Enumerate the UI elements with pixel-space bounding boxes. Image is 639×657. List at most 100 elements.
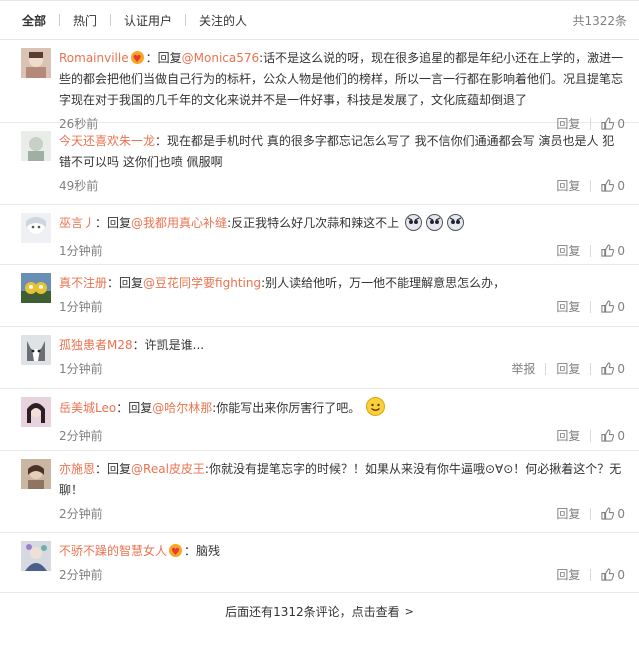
tab-divider: [59, 14, 61, 26]
action-divider: [590, 429, 592, 442]
like-button[interactable]: 0: [601, 362, 625, 376]
avatar[interactable]: [21, 273, 51, 303]
reply-button[interactable]: 回复: [556, 505, 580, 522]
comment-time: 2分钟前: [59, 568, 103, 582]
comment-time: 1分钟前: [59, 300, 103, 314]
tab-hot[interactable]: 热门: [73, 12, 97, 29]
like-button[interactable]: 0: [601, 300, 625, 314]
avatar[interactable]: [21, 459, 51, 489]
mention-link[interactable]: @Real皮皮王: [131, 462, 205, 476]
thumbs-up-icon: [601, 568, 615, 581]
reply-button[interactable]: 回复: [556, 566, 580, 583]
comment-text: 真不注册：回复@豆花同学要fighting:别人读给他听，万一他不能理解意思怎么…: [59, 276, 506, 290]
comment-time: 1分钟前: [59, 362, 103, 376]
username-link[interactable]: 岳美城Leo: [59, 401, 116, 415]
tab-divider: [185, 14, 187, 26]
comment-item: 不骄不躁的智慧女人：脑残 2分钟前 回复 0: [0, 533, 639, 593]
username-link[interactable]: 真不注册: [59, 276, 107, 290]
comment-text: 不骄不躁的智慧女人：脑残: [59, 541, 625, 563]
thumbs-up-icon: [601, 179, 615, 192]
emoji-icon: [404, 214, 422, 238]
like-count: 0: [617, 299, 625, 314]
comment-item: 岳美城Leo：回复@哈尔林那:你能写出来你厉害行了吧。 2分钟前 回复 0: [0, 389, 639, 451]
tab-following[interactable]: 关注的人: [199, 12, 247, 29]
comment-text: 巫言丿：回复@我都用真心补缝:反正我特么好几次蒜和辣这不上: [59, 213, 625, 238]
vip-crown-icon: [130, 49, 144, 70]
tab-verified[interactable]: 认证用户: [124, 12, 172, 29]
filter-tabs: 全部 热门 认证用户 关注的人 共1322条: [0, 1, 639, 40]
comment-time: 1分钟前: [59, 244, 103, 258]
action-divider: [590, 244, 592, 257]
comment-text: 岳美城Leo：回复@哈尔林那:你能写出来你厉害行了吧。: [59, 397, 625, 423]
like-count: 0: [617, 361, 625, 376]
like-button[interactable]: 0: [601, 429, 625, 443]
action-divider: [590, 568, 592, 581]
action-divider: [590, 179, 592, 192]
comment-text: Romainville：回复@Monica576:话不是这么说的呀，现在很多追星…: [59, 48, 625, 111]
like-count: 0: [617, 506, 625, 521]
thumbs-up-icon: [601, 362, 615, 375]
comment-item: 巫言丿：回复@我都用真心补缝:反正我特么好几次蒜和辣这不上 1分钟前 回复 0: [0, 205, 639, 265]
avatar[interactable]: [21, 131, 51, 161]
username-link[interactable]: 不骄不躁的智慧女人: [59, 544, 167, 558]
like-button[interactable]: 0: [601, 179, 625, 193]
comment-item: 孤独患者M28：许凯是谁... 1分钟前 举报 回复 0: [0, 327, 639, 389]
like-count: 0: [617, 567, 625, 582]
like-button[interactable]: 0: [601, 244, 625, 258]
username-link[interactable]: 亦施恩: [59, 462, 95, 476]
tab-all[interactable]: 全部: [22, 12, 46, 29]
reply-button[interactable]: 回复: [556, 177, 580, 194]
comment-item: 亦施恩：回复@Real皮皮王:你就没有提笔忘字的时候？！如果从来没有你牛逼哦⊙∀…: [0, 451, 639, 533]
thumbs-up-icon: [601, 300, 615, 313]
smile-emoji-icon: [366, 397, 386, 423]
load-more-text: 后面还有1312条评论，点击查看: [225, 604, 400, 619]
avatar[interactable]: [21, 397, 51, 427]
action-divider: [590, 362, 592, 375]
thumbs-up-icon: [601, 429, 615, 442]
reply-button[interactable]: 回复: [556, 298, 580, 315]
mention-link[interactable]: @豆花同学要fighting: [143, 276, 261, 290]
emoji-icon: [425, 214, 443, 238]
like-count: 0: [617, 243, 625, 258]
reply-button[interactable]: 回复: [556, 427, 580, 444]
avatar[interactable]: [21, 48, 51, 78]
comment-panel: 全部 热门 认证用户 关注的人 共1322条 Romainville：回复@Mo…: [0, 0, 639, 657]
like-button[interactable]: 0: [601, 568, 625, 582]
thumbs-up-icon: [601, 244, 615, 257]
action-divider: [545, 362, 547, 375]
avatar[interactable]: [21, 541, 51, 571]
username-link[interactable]: 孤独患者M28: [59, 338, 133, 352]
reply-button[interactable]: 回复: [556, 242, 580, 259]
username-link[interactable]: 今天还喜欢朱一龙: [59, 134, 155, 148]
vip-crown-icon: [169, 542, 183, 563]
username-link[interactable]: Romainville: [59, 51, 129, 65]
comment-item: 今天还喜欢朱一龙：现在都是手机时代 真的很多字都忘记怎么写了 我不信你们通通都会…: [0, 123, 639, 205]
comment-item: 真不注册：回复@豆花同学要fighting:别人读给他听，万一他不能理解意思怎么…: [0, 265, 639, 327]
mention-link[interactable]: @哈尔林那: [152, 401, 212, 415]
load-more-comments-link[interactable]: 后面还有1312条评论，点击查看 >: [0, 593, 639, 629]
emoji-icon: [446, 214, 464, 238]
comment-text: 今天还喜欢朱一龙：现在都是手机时代 真的很多字都忘记怎么写了 我不信你们通通都会…: [59, 134, 615, 169]
comment-text: 亦施恩：回复@Real皮皮王:你就没有提笔忘字的时候？！如果从来没有你牛逼哦⊙∀…: [59, 462, 622, 497]
thumbs-up-icon: [601, 507, 615, 520]
comment-time: 2分钟前: [59, 429, 103, 443]
comment-text: 孤独患者M28：许凯是谁...: [59, 338, 205, 352]
avatar[interactable]: [21, 335, 51, 365]
comment-time: 2分钟前: [59, 507, 103, 521]
like-count: 0: [617, 428, 625, 443]
mention-link[interactable]: @我都用真心补缝: [131, 216, 227, 230]
username-link[interactable]: 巫言丿: [59, 216, 95, 230]
reply-button[interactable]: 回复: [556, 360, 580, 377]
comment-time: 49秒前: [59, 179, 99, 193]
avatar[interactable]: [21, 213, 51, 243]
like-button[interactable]: 0: [601, 507, 625, 521]
tab-divider: [110, 14, 112, 26]
like-count: 0: [617, 178, 625, 193]
comment-item: Romainville：回复@Monica576:话不是这么说的呀，现在很多追星…: [0, 40, 639, 131]
report-button[interactable]: 举报: [511, 360, 535, 377]
mention-link[interactable]: @Monica576: [182, 51, 260, 65]
comment-total-count: 共1322条: [572, 13, 627, 28]
chevron-right-icon: >: [404, 604, 414, 618]
action-divider: [590, 507, 592, 520]
action-divider: [590, 300, 592, 313]
